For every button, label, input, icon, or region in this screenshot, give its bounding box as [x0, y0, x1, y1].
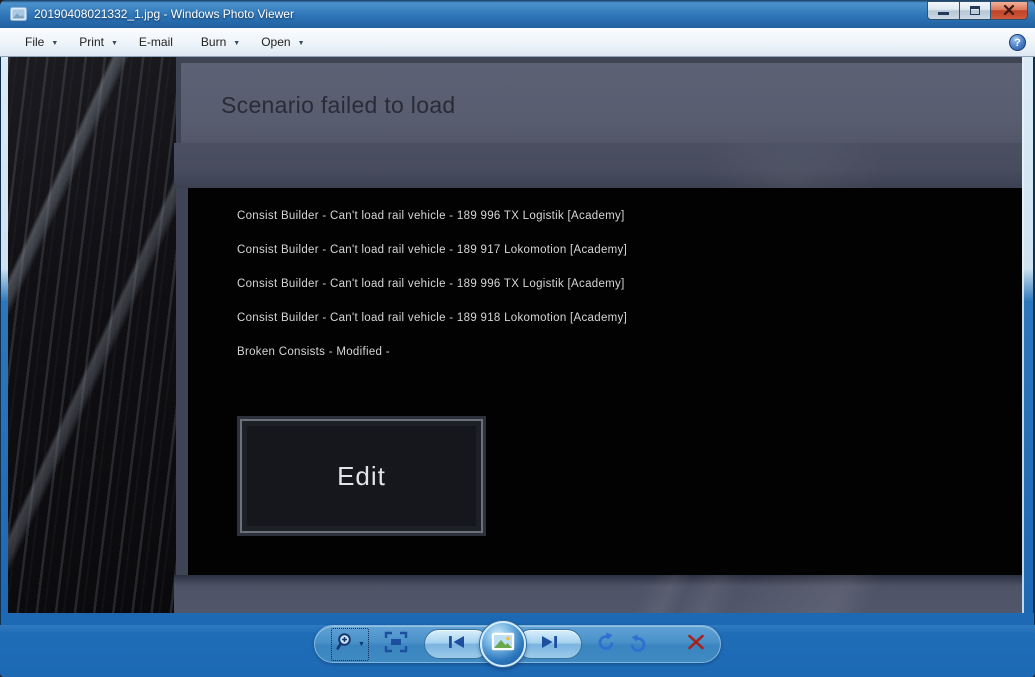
navigation-cluster — [423, 621, 582, 667]
magnifier-icon — [335, 632, 355, 657]
chevron-down-icon: ▼ — [233, 39, 241, 47]
edit-button-label: Edit — [337, 460, 386, 491]
fit-to-window-icon — [384, 631, 408, 658]
window-title: 20190408021332_1.jpg - Windows Photo Vie… — [34, 7, 294, 21]
menu-email[interactable]: E-mail — [139, 35, 180, 49]
chevron-down-icon: ▼ — [110, 39, 118, 47]
window-controls — [927, 1, 1028, 20]
help-button[interactable]: ? — [1009, 34, 1026, 51]
error-message-line: Consist Builder - Can't load rail vehicl… — [237, 210, 625, 222]
minimize-icon — [938, 12, 949, 15]
menu-burn-label: Burn — [200, 35, 227, 49]
restore-button[interactable] — [959, 1, 991, 20]
delete-button[interactable] — [686, 633, 706, 656]
menu-print[interactable]: Print ▼ — [79, 35, 118, 49]
delete-icon — [686, 633, 706, 656]
play-slideshow-button[interactable] — [479, 621, 526, 667]
photo-viewer-window: 20190408021332_1.jpg - Windows Photo Vie… — [0, 0, 1035, 677]
slideshow-icon — [491, 632, 515, 656]
photo-viewer-app-icon — [10, 7, 27, 21]
menu-print-label: Print — [79, 35, 104, 49]
chevron-down-icon: ▼ — [358, 640, 365, 648]
rotate-counterclockwise-button[interactable] — [596, 632, 616, 657]
chevron-down-icon: ▼ — [297, 39, 305, 47]
scenario-header-band: Scenario failed to load — [181, 63, 1022, 143]
error-message-line: Broken Consists - Modified - — [237, 346, 390, 358]
bottom-toolbar: ▼ — [0, 621, 1035, 677]
railway-tracks-image — [8, 57, 176, 613]
toolbar-pill: ▼ — [314, 621, 721, 667]
menu-burn[interactable]: Burn ▼ — [201, 35, 240, 49]
minimize-button[interactable] — [927, 1, 960, 20]
close-icon — [1003, 2, 1015, 20]
close-button[interactable] — [990, 1, 1028, 20]
error-message-line: Consist Builder - Can't load rail vehicl… — [237, 244, 628, 256]
error-message-line: Consist Builder - Can't load rail vehicl… — [237, 278, 625, 290]
previous-icon — [445, 634, 469, 655]
rotate-counterclockwise-icon — [596, 632, 616, 657]
scenario-heading: Scenario failed to load — [221, 92, 456, 118]
title-bar[interactable]: 20190408021332_1.jpg - Windows Photo Vie… — [0, 0, 1035, 28]
edit-button[interactable]: Edit — [240, 419, 483, 533]
fit-to-window-button[interactable] — [384, 631, 408, 658]
rotate-clockwise-icon — [628, 634, 648, 654]
error-message-line: Consist Builder - Can't load rail vehicl… — [237, 312, 628, 324]
help-icon: ? — [1014, 36, 1021, 49]
restore-icon — [970, 6, 980, 15]
photo-display-area: Scenario failed to load Consist Builder … — [0, 57, 1035, 613]
menu-open-label: Open — [261, 35, 291, 49]
window-border-right — [1022, 57, 1035, 613]
menu-file-label: File — [25, 35, 45, 49]
menu-email-label: E-mail — [138, 35, 173, 49]
next-icon — [537, 634, 561, 655]
window-border-left — [0, 57, 8, 613]
rotate-clockwise-button[interactable] — [628, 634, 648, 654]
zoom-button[interactable]: ▼ — [331, 627, 369, 661]
menu-bar: File ▼ Print ▼ E-mail Burn ▼ Open ▼ ? — [0, 28, 1035, 57]
chevron-down-icon: ▼ — [51, 39, 59, 47]
footer-band — [174, 575, 1022, 613]
error-message-list: Consist Builder - Can't load rail vehicl… — [237, 199, 1002, 369]
menu-file[interactable]: File ▼ — [25, 35, 58, 49]
menu-open[interactable]: Open ▼ — [261, 35, 304, 49]
header-sub-band — [174, 143, 1022, 188]
photo-image: Scenario failed to load Consist Builder … — [8, 57, 1022, 613]
